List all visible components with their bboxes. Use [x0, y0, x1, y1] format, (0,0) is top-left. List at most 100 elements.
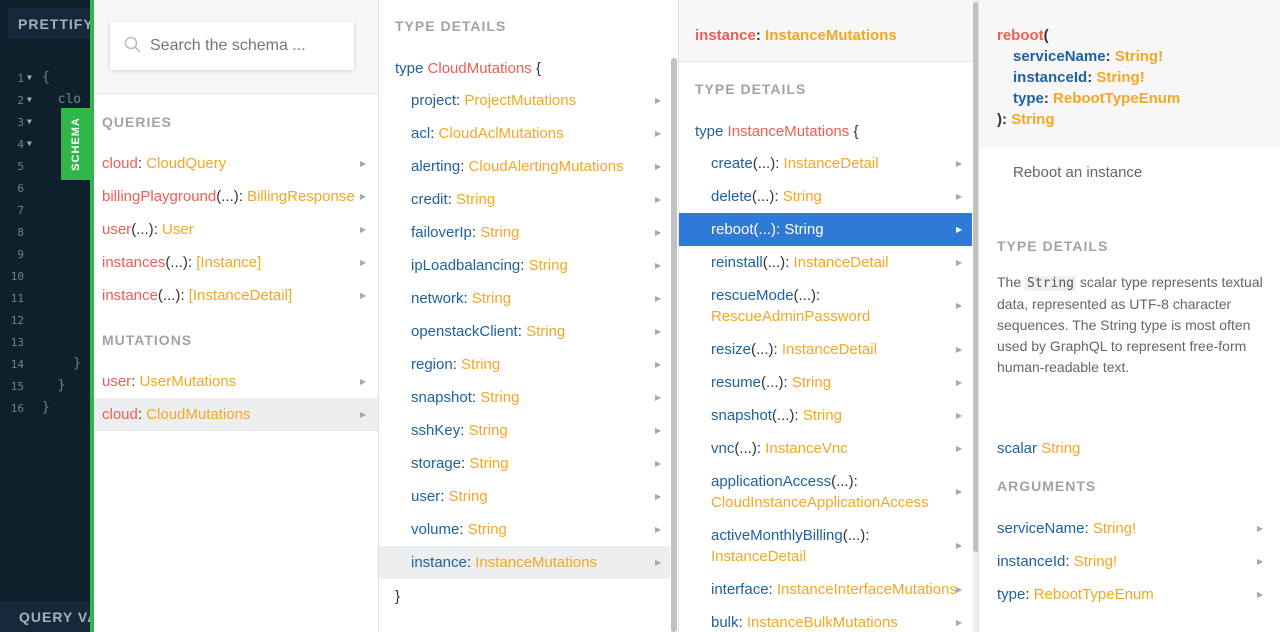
- field-type[interactable]: CloudAlertingMutations: [469, 158, 624, 175]
- query-variables-tab[interactable]: QUERY VA: [0, 602, 90, 632]
- scrollbar-thumb[interactable]: [671, 58, 677, 632]
- scalar-name[interactable]: String: [1041, 440, 1080, 457]
- field-args: (...): [831, 473, 854, 490]
- field-item[interactable]: delete(...): String ▶: [679, 180, 972, 213]
- field-item[interactable]: reinstall(...): InstanceDetail ▶: [679, 246, 972, 279]
- search-input[interactable]: [150, 34, 345, 58]
- code-text: }: [42, 356, 82, 371]
- field-item[interactable]: credit: String ▶: [379, 183, 670, 216]
- arg-type[interactable]: RebootTypeEnum: [1053, 90, 1180, 107]
- field-item[interactable]: resize(...): InstanceDetail ▶: [679, 333, 972, 366]
- field-type[interactable]: String: [783, 188, 822, 205]
- field-type[interactable]: String: [472, 290, 511, 307]
- root-field-item[interactable]: billingPlayground(...): BillingResponse ▶: [94, 180, 378, 213]
- field-type[interactable]: InstanceInterfaceMutations: [777, 581, 957, 598]
- field-type[interactable]: BillingResponse: [247, 188, 355, 205]
- field-item[interactable]: activeMonthlyBilling(...): InstanceDetai…: [679, 519, 972, 573]
- field-type[interactable]: RescueAdminPassword: [711, 308, 870, 325]
- field-type[interactable]: InstanceDetail: [782, 341, 877, 358]
- field-type[interactable]: User: [162, 221, 194, 238]
- prettify-button[interactable]: PRETTIFY: [8, 8, 90, 38]
- field-type[interactable]: String: [469, 455, 508, 472]
- field-type[interactable]: ProjectMutations: [464, 92, 576, 109]
- field-item[interactable]: openstackClient: String ▶: [379, 315, 670, 348]
- schema-tab-label: SCHEMA: [69, 117, 82, 171]
- field-type[interactable]: String: [456, 191, 495, 208]
- field-item[interactable]: snapshot: String ▶: [379, 381, 670, 414]
- root-field-item[interactable]: instance(...): [InstanceDetail] ▶: [94, 279, 378, 312]
- argument-item[interactable]: serviceName: String! ▶: [979, 512, 1280, 545]
- field-type[interactable]: InstanceDetail: [794, 254, 889, 271]
- field-type[interactable]: String: [526, 323, 565, 340]
- arguments-title: ARGUMENTS: [997, 478, 1097, 494]
- field-type[interactable]: String: [449, 488, 488, 505]
- search-box[interactable]: [110, 22, 354, 70]
- field-type[interactable]: [InstanceDetail]: [189, 287, 292, 304]
- field-type[interactable]: InstanceMutations: [475, 554, 597, 571]
- field-item[interactable]: sshKey: String ▶: [379, 414, 670, 447]
- root-field-item[interactable]: instances(...): [Instance] ▶: [94, 246, 378, 279]
- field-item[interactable]: ipLoadbalancing: String ▶: [379, 249, 670, 282]
- field-item[interactable]: vnc(...): InstanceVnc ▶: [679, 432, 972, 465]
- argument-item[interactable]: instanceId: String! ▶: [979, 545, 1280, 578]
- field-item[interactable]: resume(...): String ▶: [679, 366, 972, 399]
- root-field-item[interactable]: cloud: CloudMutations ▶: [94, 398, 378, 431]
- field-type[interactable]: String: [803, 407, 842, 424]
- fold-arrow-icon[interactable]: ▼: [27, 117, 32, 126]
- field-item[interactable]: region: String ▶: [379, 348, 670, 381]
- field-item[interactable]: create(...): InstanceDetail ▶: [679, 147, 972, 180]
- field-item[interactable]: reboot(...): String ▶: [679, 213, 972, 246]
- field-type[interactable]: String: [469, 422, 508, 439]
- field-item[interactable]: applicationAccess(...): CloudInstanceApp…: [679, 465, 972, 519]
- fold-arrow-icon[interactable]: ▼: [27, 139, 32, 148]
- field-type[interactable]: String: [468, 521, 507, 538]
- field-type[interactable]: CloudAclMutations: [439, 125, 564, 142]
- field-type[interactable]: String: [784, 221, 823, 238]
- field-type[interactable]: String: [792, 374, 831, 391]
- arg-type[interactable]: String!: [1093, 520, 1136, 537]
- field-item[interactable]: volume: String ▶: [379, 513, 670, 546]
- root-field-item[interactable]: cloud: CloudQuery ▶: [94, 147, 378, 180]
- field-type[interactable]: [Instance]: [196, 254, 261, 271]
- root-field-item[interactable]: user: UserMutations ▶: [94, 365, 378, 398]
- line-number: 3: [17, 116, 24, 129]
- field-item[interactable]: alerting: CloudAlertingMutations ▶: [379, 150, 670, 183]
- field-type[interactable]: InstanceBulkMutations: [747, 614, 898, 631]
- field-type[interactable]: CloudInstanceApplicationAccess: [711, 494, 929, 511]
- field-item[interactable]: storage: String ▶: [379, 447, 670, 480]
- type-details-title: TYPE DETAILS: [997, 238, 1109, 254]
- field-item[interactable]: acl: CloudAclMutations ▶: [379, 117, 670, 150]
- field-type[interactable]: CloudMutations: [146, 406, 250, 423]
- field-item[interactable]: rescueMode(...): RescueAdminPassword ▶: [679, 279, 972, 333]
- field-item[interactable]: project: ProjectMutations ▶: [379, 84, 670, 117]
- query-editor[interactable]: PRETTIFY 1 ▼{2 ▼ clo 3 ▼ 4 ▼ 5 6 7 8 9 10 11 12 13 14 } 1…: [0, 0, 90, 632]
- arg-type[interactable]: String!: [1096, 69, 1144, 86]
- fold-arrow-icon[interactable]: ▼: [27, 95, 32, 104]
- arg-type[interactable]: String!: [1115, 48, 1163, 65]
- field-item[interactable]: interface: InstanceInterfaceMutations ▶: [679, 573, 972, 606]
- field-type[interactable]: InstanceDetail: [784, 155, 879, 172]
- schema-tab[interactable]: SCHEMA: [61, 108, 90, 180]
- root-field-item[interactable]: user(...): User ▶: [94, 213, 378, 246]
- field-item[interactable]: network: String ▶: [379, 282, 670, 315]
- field-item[interactable]: bulk: InstanceBulkMutations ▶: [679, 606, 972, 632]
- field-type[interactable]: InstanceVnc: [765, 440, 848, 457]
- field-type[interactable]: String: [480, 389, 519, 406]
- field-item[interactable]: snapshot(...): String ▶: [679, 399, 972, 432]
- line-number: 6: [17, 182, 24, 195]
- field-item[interactable]: instance: InstanceMutations ▶: [379, 546, 670, 579]
- field-type[interactable]: InstanceDetail: [711, 548, 806, 565]
- field-type[interactable]: String: [480, 224, 519, 241]
- type-details-title: TYPE DETAILS: [395, 18, 507, 34]
- arg-type[interactable]: String!: [1074, 553, 1117, 570]
- argument-item[interactable]: type: RebootTypeEnum ▶: [979, 578, 1280, 611]
- field-type[interactable]: String: [529, 257, 568, 274]
- arg-type[interactable]: RebootTypeEnum: [1034, 586, 1154, 603]
- chevron-right-icon: ▶: [655, 96, 662, 105]
- field-item[interactable]: failoverIp: String ▶: [379, 216, 670, 249]
- field-item[interactable]: user: String ▶: [379, 480, 670, 513]
- field-type[interactable]: String: [461, 356, 500, 373]
- field-type[interactable]: CloudQuery: [146, 155, 226, 172]
- fold-arrow-icon[interactable]: ▼: [27, 73, 32, 82]
- field-type[interactable]: UserMutations: [140, 373, 237, 390]
